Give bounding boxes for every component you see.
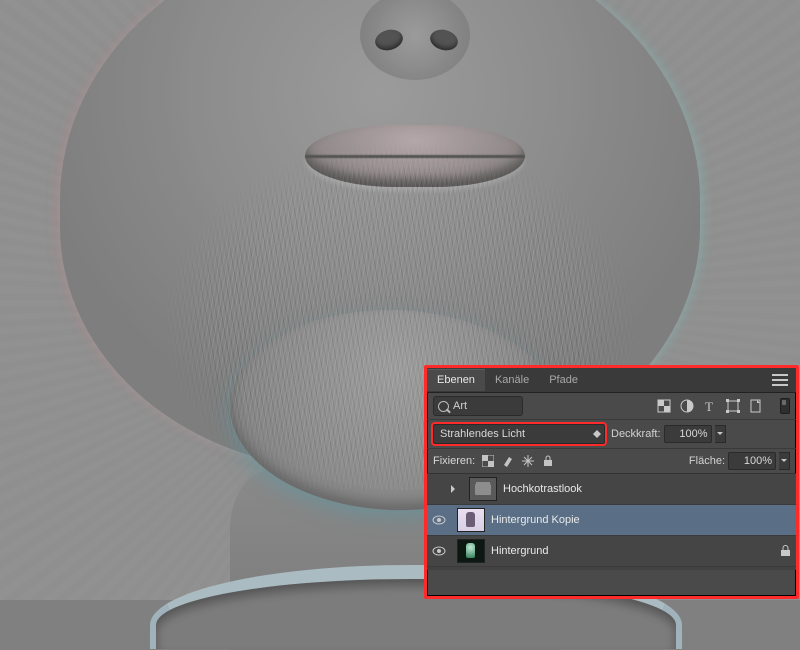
- blend-mode-select[interactable]: Strahlendes Licht: [433, 424, 605, 444]
- filter-adjust-icon[interactable]: [679, 398, 695, 414]
- filter-icons: T: [656, 398, 764, 414]
- filter-shape-icon[interactable]: [725, 398, 741, 414]
- filter-label: Art: [453, 400, 467, 412]
- fill-stepper[interactable]: [779, 452, 790, 470]
- layer-name[interactable]: Hochkotrastlook: [503, 483, 796, 495]
- filter-text-icon[interactable]: T: [702, 398, 718, 414]
- filter-pixel-icon[interactable]: [656, 398, 672, 414]
- layers-panel: Ebenen Kanäle Pfade Art T Strahlendes Li…: [424, 365, 799, 599]
- lock-row: Fixieren: Fläche: 100%: [427, 449, 796, 474]
- layer-row[interactable]: Hintergrund Kopie: [427, 505, 796, 536]
- lock-pixels-icon[interactable]: [501, 454, 515, 468]
- folder-icon: [469, 477, 497, 501]
- layer-thumbnail[interactable]: [457, 539, 485, 563]
- lock-position-icon[interactable]: [521, 454, 535, 468]
- filter-toggle[interactable]: [780, 398, 790, 414]
- layer-list-empty: [427, 567, 796, 570]
- layer-filter-kind[interactable]: Art: [433, 396, 523, 416]
- tab-paths[interactable]: Pfade: [539, 370, 588, 391]
- opacity-input[interactable]: 100%: [664, 425, 712, 443]
- fill-label: Fläche:: [689, 455, 725, 467]
- visibility-toggle[interactable]: [427, 484, 451, 494]
- opacity-stepper[interactable]: [715, 425, 726, 443]
- svg-text:T: T: [705, 399, 713, 413]
- layer-name[interactable]: Hintergrund: [491, 545, 774, 557]
- opacity-control: Deckkraft: 100%: [611, 425, 726, 443]
- updown-icon: [593, 427, 601, 441]
- layer-name[interactable]: Hintergrund Kopie: [491, 514, 796, 526]
- lock-icon: [774, 545, 796, 557]
- layer-row[interactable]: Hochkotrastlook: [427, 474, 796, 505]
- panel-menu-icon[interactable]: [772, 374, 788, 386]
- layer-thumbnail[interactable]: [457, 508, 485, 532]
- search-icon: [438, 401, 449, 412]
- panel-tabs: Ebenen Kanäle Pfade: [427, 368, 796, 393]
- group-disclose-icon[interactable]: [451, 484, 461, 494]
- blend-mode-value: Strahlendes Licht: [440, 428, 525, 440]
- visibility-toggle[interactable]: [427, 546, 451, 556]
- layer-list: Hochkotrastlook Hintergrund Kopie Hinter…: [427, 474, 796, 570]
- filter-smart-icon[interactable]: [748, 398, 764, 414]
- blend-row: Strahlendes Licht Deckkraft: 100%: [427, 420, 796, 449]
- lock-transparent-icon[interactable]: [481, 454, 495, 468]
- visibility-toggle[interactable]: [427, 515, 451, 525]
- tab-channels[interactable]: Kanäle: [485, 370, 539, 391]
- fill-control: Fläche: 100%: [689, 452, 790, 470]
- opacity-label: Deckkraft:: [611, 428, 661, 440]
- tab-layers[interactable]: Ebenen: [427, 369, 485, 391]
- layer-row[interactable]: Hintergrund: [427, 536, 796, 567]
- filter-row: Art T: [427, 393, 796, 420]
- lock-all-icon[interactable]: [541, 454, 555, 468]
- lock-label: Fixieren:: [433, 455, 475, 467]
- fill-input[interactable]: 100%: [728, 452, 776, 470]
